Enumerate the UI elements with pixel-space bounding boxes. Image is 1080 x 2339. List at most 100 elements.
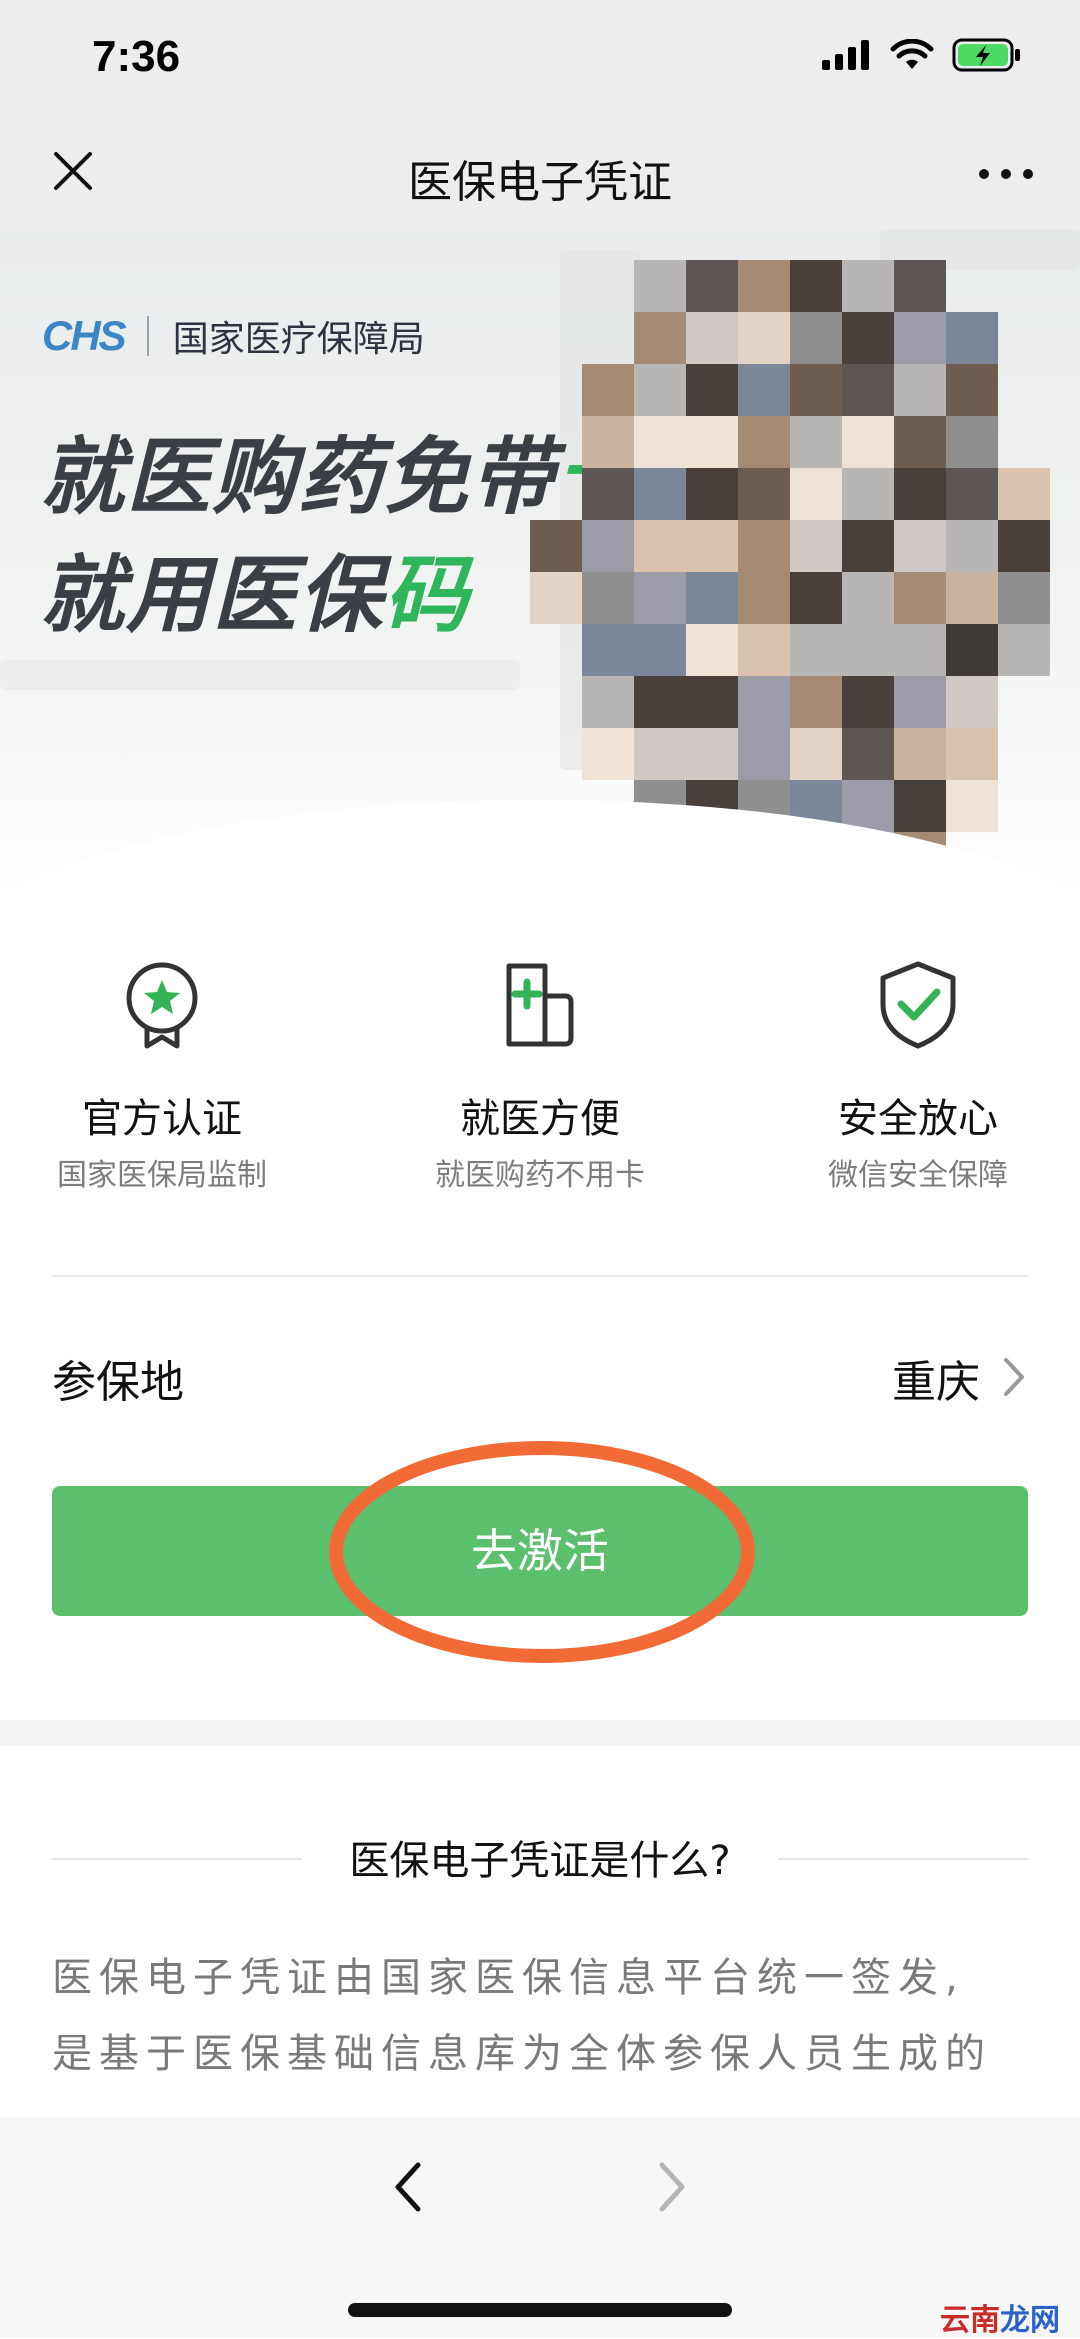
mosaic-cell — [790, 676, 842, 728]
mosaic-cell — [686, 468, 738, 520]
mosaic-cell — [894, 780, 946, 832]
mosaic-cell — [790, 312, 842, 364]
mosaic-cell — [842, 416, 894, 468]
mosaic-cell — [582, 468, 634, 520]
feature-convenient: 就医方便 就医购药不用卡 — [380, 960, 700, 1194]
mosaic-cell — [946, 676, 998, 728]
mosaic-cell — [582, 364, 634, 416]
mosaic-cell — [738, 312, 790, 364]
org-name: 国家医疗保障局 — [172, 319, 425, 360]
mosaic-cell — [686, 624, 738, 676]
mosaic-cell — [582, 676, 634, 728]
mosaic-cell — [738, 416, 790, 468]
mosaic-cell — [582, 416, 634, 468]
status-icons — [822, 38, 1022, 72]
mosaic-cell — [790, 624, 842, 676]
feature-subtitle: 国家医保局监制 — [57, 1158, 267, 1193]
mosaic-cell — [738, 468, 790, 520]
badge-star-icon — [126, 962, 198, 1049]
mosaic-cell — [842, 624, 894, 676]
mosaic-cell — [686, 676, 738, 728]
section-separator — [0, 1720, 1080, 1746]
insured-region-row[interactable]: 参保地 重庆 — [52, 1340, 1028, 1410]
mosaic-cell — [842, 676, 894, 728]
mosaic-cell — [686, 520, 738, 572]
mosaic-cell — [894, 468, 946, 520]
mosaic-cell — [842, 728, 894, 780]
feature-title: 就医方便 — [460, 1096, 620, 1142]
mosaic-cell — [530, 520, 582, 572]
mosaic-cell — [634, 468, 686, 520]
mosaic-cell — [738, 364, 790, 416]
mosaic-cell — [634, 260, 686, 312]
slogan-line-2: 就用医保码 — [40, 528, 470, 649]
mosaic-cell — [634, 364, 686, 416]
mosaic-cell — [738, 624, 790, 676]
mosaic-cell — [582, 572, 634, 624]
heading-line-right — [778, 1858, 1028, 1860]
mosaic-cell — [946, 624, 998, 676]
mosaic-cell — [998, 572, 1050, 624]
info-heading: 医保电子凭证是什么? — [349, 1838, 731, 1884]
feature-list: 官方认证 国家医保局监制 就医方便 就医购药不用卡 安全放心 微信安全保障 — [0, 960, 1080, 1220]
feature-subtitle: 就医购药不用卡 — [435, 1158, 645, 1193]
mosaic-cell — [738, 572, 790, 624]
mosaic-cell — [686, 364, 738, 416]
mosaic-cell — [894, 416, 946, 468]
mosaic-cell — [686, 260, 738, 312]
watermark: 云南龙网 — [940, 2295, 1060, 2339]
mosaic-cell — [842, 572, 894, 624]
info-line: 是基于医保基础信息库为全体参保人员生成的 — [52, 2031, 992, 2077]
mosaic-cell — [530, 572, 582, 624]
mosaic-cell — [790, 416, 842, 468]
page-title: 医保电子凭证 — [408, 157, 672, 208]
mosaic-cell — [894, 312, 946, 364]
slogan-line-2-main: 就用医保 — [40, 546, 385, 644]
mosaic-cell — [738, 676, 790, 728]
mosaic-cell — [894, 260, 946, 312]
mosaic-cell — [894, 624, 946, 676]
info-body: 医保电子凭证由国家医保信息平台统一签发, 是基于医保基础信息库为全体参保人员生成… — [52, 1940, 1028, 2092]
mosaic-cell — [946, 780, 998, 832]
more-icon[interactable] — [976, 166, 1036, 182]
back-arrow-icon[interactable] — [390, 2159, 424, 2215]
activate-button[interactable]: 去激活 — [52, 1486, 1028, 1616]
mosaic-cell — [686, 728, 738, 780]
mosaic-cell — [738, 520, 790, 572]
home-indicator — [348, 2303, 732, 2317]
feature-secure: 安全放心 微信安全保障 — [758, 960, 1078, 1194]
mosaic-cell — [998, 520, 1050, 572]
feature-title: 官方认证 — [82, 1096, 242, 1142]
mosaic-cell — [946, 728, 998, 780]
mosaic-cell — [894, 676, 946, 728]
battery-charging-icon — [952, 38, 1020, 72]
chs-logo-mark: CHS — [42, 312, 127, 359]
mosaic-cell — [582, 520, 634, 572]
mosaic-cell — [686, 312, 738, 364]
mosaic-cell — [634, 624, 686, 676]
info-line: 医保电子凭证由国家医保信息平台统一签发, — [52, 1955, 965, 2001]
status-time: 7:36 — [92, 32, 181, 81]
mosaic-cell — [894, 520, 946, 572]
mosaic-cell — [894, 364, 946, 416]
pixelated-person-image — [520, 240, 1080, 884]
mosaic-cell — [842, 364, 894, 416]
nav-bar: 医保电子凭证 — [0, 118, 1080, 230]
mosaic-cell — [790, 364, 842, 416]
mosaic-cell — [842, 260, 894, 312]
divider — [52, 1275, 1028, 1277]
mosaic-cell — [946, 416, 998, 468]
org-logo: CHS 国家医疗保障局 — [42, 310, 425, 362]
mosaic-cell — [686, 416, 738, 468]
forward-arrow-icon[interactable] — [656, 2159, 690, 2215]
status-bar: 7:36 — [0, 0, 1080, 118]
background-shelf — [0, 660, 520, 690]
mosaic-cell — [998, 624, 1050, 676]
mosaic-cell — [894, 572, 946, 624]
mosaic-cell — [634, 728, 686, 780]
slogan-line-2-accent: 码 — [384, 546, 471, 644]
mosaic-cell — [946, 364, 998, 416]
mosaic-cell — [842, 520, 894, 572]
info-heading-row: 医保电子凭证是什么? — [52, 1828, 1028, 1888]
mosaic-cell — [634, 520, 686, 572]
